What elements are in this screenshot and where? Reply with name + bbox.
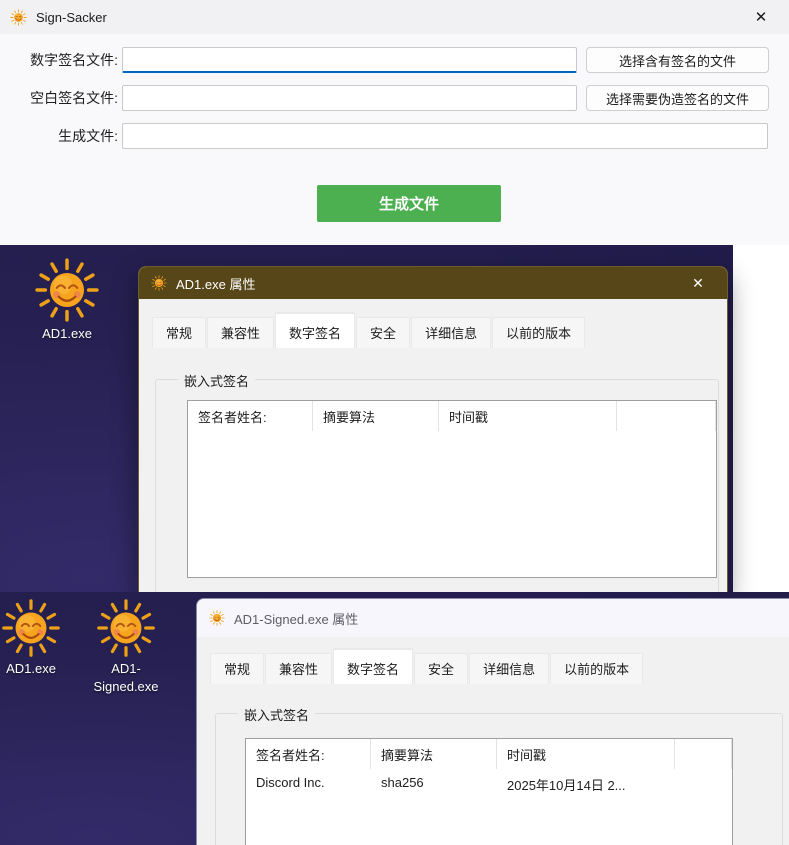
properties-dialog-ad1-signed: AD1-Signed.exe 属性 常规兼容性数字签名安全详细信息以前的版本 嵌…: [196, 598, 789, 845]
properties-dialog-ad1: AD1.exe 属性 ✕ 常规兼容性数字签名安全详细信息以前的版本 嵌入式签名 …: [138, 266, 728, 592]
digital-signature-file-label: 数字签名文件:: [6, 47, 118, 73]
close-icon[interactable]: ✕: [743, 8, 779, 26]
column-header[interactable]: 摘要算法: [313, 401, 439, 431]
column-header[interactable]: 签名者姓名:: [188, 401, 313, 431]
sun-icon: [34, 257, 100, 323]
choose-signed-file-button[interactable]: 选择含有签名的文件: [586, 47, 769, 73]
tab-数字签名[interactable]: 数字签名: [333, 649, 413, 684]
tab-常规[interactable]: 常规: [210, 653, 264, 684]
blank-signature-file-input[interactable]: [122, 85, 577, 111]
sign-sacker-window: Sign-Sacker ✕ 数字签名文件: 选择含有签名的文件 空白签名文件: …: [0, 0, 789, 245]
signature-list[interactable]: 签名者姓名:摘要算法时间戳: [187, 400, 717, 578]
desktop-icon-ad1[interactable]: AD1.exe: [0, 598, 68, 678]
window-title: Sign-Sacker: [36, 10, 107, 25]
sun-file-icon: [209, 610, 225, 626]
signature-list[interactable]: 签名者姓名:摘要算法时间戳Discord Inc.sha2562025年10月1…: [245, 738, 733, 845]
icon-label: AD1.exe: [0, 660, 68, 678]
generate-file-button[interactable]: 生成文件: [317, 185, 501, 222]
desktop-area-2: AD1.exe AD1-Signed.exe AD1-Signed.exe 属性…: [0, 592, 789, 845]
sun-app-icon: [10, 9, 27, 26]
list-header-row: 签名者姓名:摘要算法时间戳: [246, 739, 732, 769]
desktop-icon-ad1[interactable]: AD1.exe: [28, 257, 106, 343]
tab-兼容性[interactable]: 兼容性: [265, 653, 332, 684]
column-header-filler: [617, 401, 716, 431]
close-icon[interactable]: ✕: [681, 275, 715, 292]
screenshot-root: Sign-Sacker ✕ 数字签名文件: 选择含有签名的文件 空白签名文件: …: [0, 0, 789, 845]
dialog-title: AD1-Signed.exe 属性: [234, 609, 358, 628]
digital-signature-file-input[interactable]: [122, 47, 577, 73]
icon-label: AD1-Signed.exe: [82, 660, 170, 695]
tab-以前的版本[interactable]: 以前的版本: [550, 653, 643, 684]
tab-数字签名[interactable]: 数字签名: [275, 313, 355, 348]
groupbox-label: 嵌入式签名: [178, 371, 255, 390]
column-header[interactable]: 时间戳: [497, 739, 675, 769]
output-file-input[interactable]: [122, 123, 768, 149]
desktop-area-1: AD1.exe AD1.exe 属性 ✕ 常规兼容性数字签名安全详细信息以前的版…: [0, 245, 789, 592]
tab-常规[interactable]: 常规: [152, 317, 206, 348]
tab-strip: 常规兼容性数字签名安全详细信息以前的版本: [210, 649, 644, 684]
tab-安全[interactable]: 安全: [414, 653, 468, 684]
choose-target-file-button[interactable]: 选择需要伪造签名的文件: [586, 85, 769, 111]
desktop-icon-ad1-signed[interactable]: AD1-Signed.exe: [82, 598, 170, 695]
tab-以前的版本[interactable]: 以前的版本: [492, 317, 585, 348]
tab-strip: 常规兼容性数字签名安全详细信息以前的版本: [152, 313, 586, 348]
signature-cell: 2025年10月14日 2...: [497, 769, 675, 799]
column-header-filler: [675, 739, 732, 769]
groupbox-label: 嵌入式签名: [238, 705, 315, 724]
dialog-title-bar[interactable]: AD1-Signed.exe 属性: [197, 599, 789, 637]
signature-row[interactable]: Discord Inc.sha2562025年10月14日 2...: [246, 769, 732, 799]
sun-icon: [1, 598, 61, 658]
dialog-title: AD1.exe 属性: [176, 274, 255, 293]
sun-icon: [96, 598, 156, 658]
signature-cell: sha256: [371, 769, 497, 799]
tab-详细信息[interactable]: 详细信息: [411, 317, 491, 348]
tab-详细信息[interactable]: 详细信息: [469, 653, 549, 684]
blank-signature-file-label: 空白签名文件:: [6, 85, 118, 111]
tab-安全[interactable]: 安全: [356, 317, 410, 348]
column-header[interactable]: 时间戳: [439, 401, 617, 431]
signature-cell: Discord Inc.: [246, 769, 371, 799]
dialog-title-bar[interactable]: AD1.exe 属性 ✕: [139, 267, 727, 299]
tab-兼容性[interactable]: 兼容性: [207, 317, 274, 348]
title-bar[interactable]: Sign-Sacker ✕: [0, 0, 789, 34]
sun-file-icon: [151, 275, 167, 291]
output-file-label: 生成文件:: [6, 123, 118, 149]
column-header[interactable]: 签名者姓名:: [246, 739, 371, 769]
icon-label: AD1.exe: [28, 325, 106, 343]
list-header-row: 签名者姓名:摘要算法时间戳: [188, 401, 716, 431]
column-header[interactable]: 摘要算法: [371, 739, 497, 769]
